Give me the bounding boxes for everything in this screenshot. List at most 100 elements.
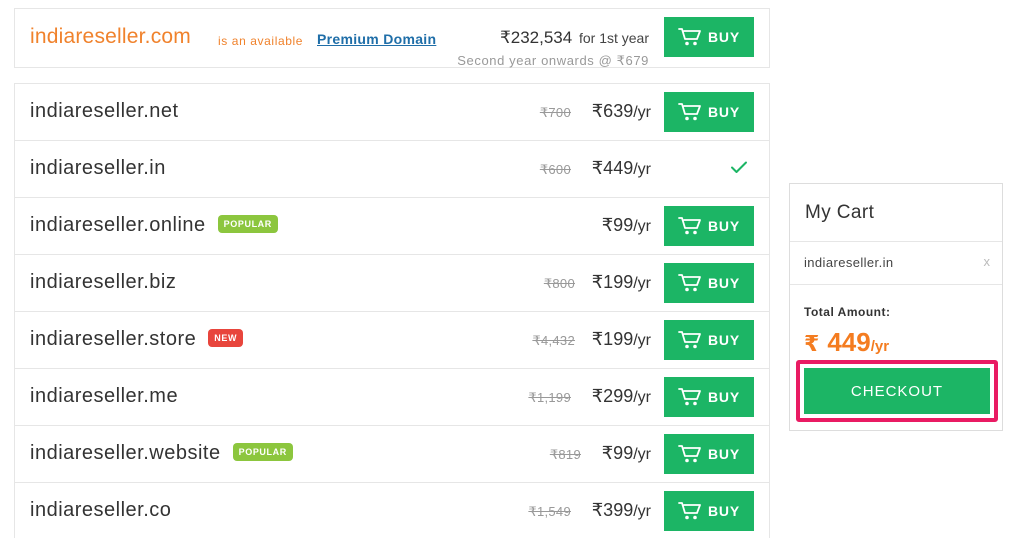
domain-price-period: /yr [633,161,651,178]
checkout-highlight: CHECKOUT [796,360,998,422]
domain-price: ₹639/yr [592,101,651,122]
buy-button[interactable]: BUY [664,206,754,246]
buy-button[interactable]: BUY [664,92,754,132]
domain-name: indiareseller.store NEW [30,328,244,351]
domain-price-value: ₹99 [601,443,634,463]
domain-price-value: ₹299 [591,386,634,406]
domain-row: indiareseller.me ₹1,199 ₹299/yr BUY [15,369,769,426]
domain-name: indiareseller.me [30,385,178,408]
buy-button[interactable]: BUY [664,491,754,531]
cart-icon [678,103,701,121]
premium-price-value: ₹232,534 [499,28,573,47]
domain-name-text: indiareseller.online [30,214,206,236]
domain-price: ₹449/yr [592,158,651,179]
domain-name-text: indiareseller.me [30,385,179,407]
domain-name-text: indiareseller.website [30,442,221,464]
my-cart: My Cart indiareseller.in x Total Amount:… [789,183,1003,431]
cart-item: indiareseller.in x [790,242,1002,285]
domain-name: indiareseller.co [30,499,171,522]
domain-name-text: indiareseller.net [30,100,179,122]
domain-row: indiareseller.co ₹1,549 ₹399/yr BUY [15,483,769,538]
domain-price-period: /yr [633,389,651,406]
buy-label: BUY [708,29,740,45]
cart-icon [678,274,701,292]
cart-icon [678,331,701,349]
checkout-button[interactable]: CHECKOUT [804,368,990,414]
buy-button[interactable]: BUY [664,263,754,303]
domain-price-value: ₹639 [591,101,634,121]
cart-icon [678,502,701,520]
popular-badge: POPULAR [217,215,278,234]
cart-item-name: indiareseller.in [804,255,894,270]
premium-buy-button[interactable]: BUY [664,17,754,57]
buy-label: BUY [708,218,740,234]
domain-row: indiareseller.net ₹700 ₹639/yr BUY [15,84,769,141]
popular-badge: POPULAR [232,443,293,462]
domain-name-text: indiareseller.store [30,328,197,350]
cart-icon [678,28,701,46]
domain-price-value: ₹449 [591,158,634,178]
domain-price: ₹99/yr [602,443,651,464]
domain-row: indiareseller.online POPULAR ₹99/yr BUY [15,198,769,255]
total-amount-label: Total Amount: [804,305,891,319]
buy-label: BUY [708,503,740,519]
check-icon [731,161,747,173]
domain-name: indiareseller.biz [30,271,176,294]
domain-row: indiareseller.biz ₹800 ₹199/yr BUY [15,255,769,312]
total-amount-period: /yr [870,338,890,355]
buy-label: BUY [708,104,740,120]
premium-price-suffix: for 1st year [578,30,649,46]
domain-name-text: indiareseller.co [30,499,172,521]
domain-price-period: /yr [633,104,651,121]
premium-available-text: is an available [218,34,304,48]
cart-title: My Cart [790,184,1002,242]
old-price: ₹700 [539,105,571,120]
domain-price: ₹199/yr [592,329,651,350]
cart-icon [678,388,701,406]
domain-price-period: /yr [633,503,651,520]
premium-domain-name: indiareseller.com [30,25,191,48]
domain-name: indiareseller.website POPULAR [30,442,293,465]
old-price: ₹819 [549,447,581,462]
domain-row: indiareseller.store NEW ₹4,432 ₹199/yr BUY [15,312,769,369]
domain-price-period: /yr [633,275,651,292]
domain-list: indiareseller.net ₹700 ₹639/yr BUY indiarese… [14,83,770,538]
domain-price: ₹99/yr [602,215,651,236]
premium-price: ₹232,534 for 1st year [500,28,649,48]
old-price: ₹1,549 [528,504,571,519]
domain-price-value: ₹199 [591,272,634,292]
domain-name: indiareseller.net [30,100,179,123]
old-price: ₹1,199 [528,390,571,405]
buy-button[interactable]: BUY [664,377,754,417]
domain-price-value: ₹99 [601,215,634,235]
domain-row: indiareseller.website POPULAR ₹819 ₹99/yr BU… [15,426,769,483]
domain-price-period: /yr [633,218,651,235]
domain-price-value: ₹199 [591,329,634,349]
total-amount: ₹449/yr [804,327,889,358]
currency-symbol: ₹ [804,331,820,356]
old-price: ₹600 [539,162,571,177]
domain-name-text: indiareseller.in [30,157,166,179]
domain-price-period: /yr [633,332,651,349]
total-amount-value: 449 [827,327,871,357]
domain-price: ₹399/yr [592,500,651,521]
buy-button[interactable]: BUY [664,434,754,474]
domain-name-text: indiareseller.biz [30,271,177,293]
close-icon[interactable]: x [984,254,991,269]
buy-label: BUY [708,446,740,462]
old-price: ₹4,432 [532,333,575,348]
domain-price-value: ₹399 [591,500,634,520]
old-price: ₹800 [543,276,575,291]
domain-price: ₹299/yr [592,386,651,407]
domain-row: indiareseller.in ₹600 ₹449/yr [15,141,769,198]
domain-price-period: /yr [633,446,651,463]
premium-domain-link[interactable]: Premium Domain [317,31,436,47]
premium-domain-card: indiareseller.com is an available Premiu… [14,8,770,68]
buy-button[interactable]: BUY [664,320,754,360]
buy-label: BUY [708,332,740,348]
cart-icon [678,445,701,463]
buy-label: BUY [708,275,740,291]
domain-name: indiareseller.online POPULAR [30,214,278,237]
premium-renewal-text: Second year onwards @ ₹679 [457,53,649,68]
buy-label: BUY [708,389,740,405]
